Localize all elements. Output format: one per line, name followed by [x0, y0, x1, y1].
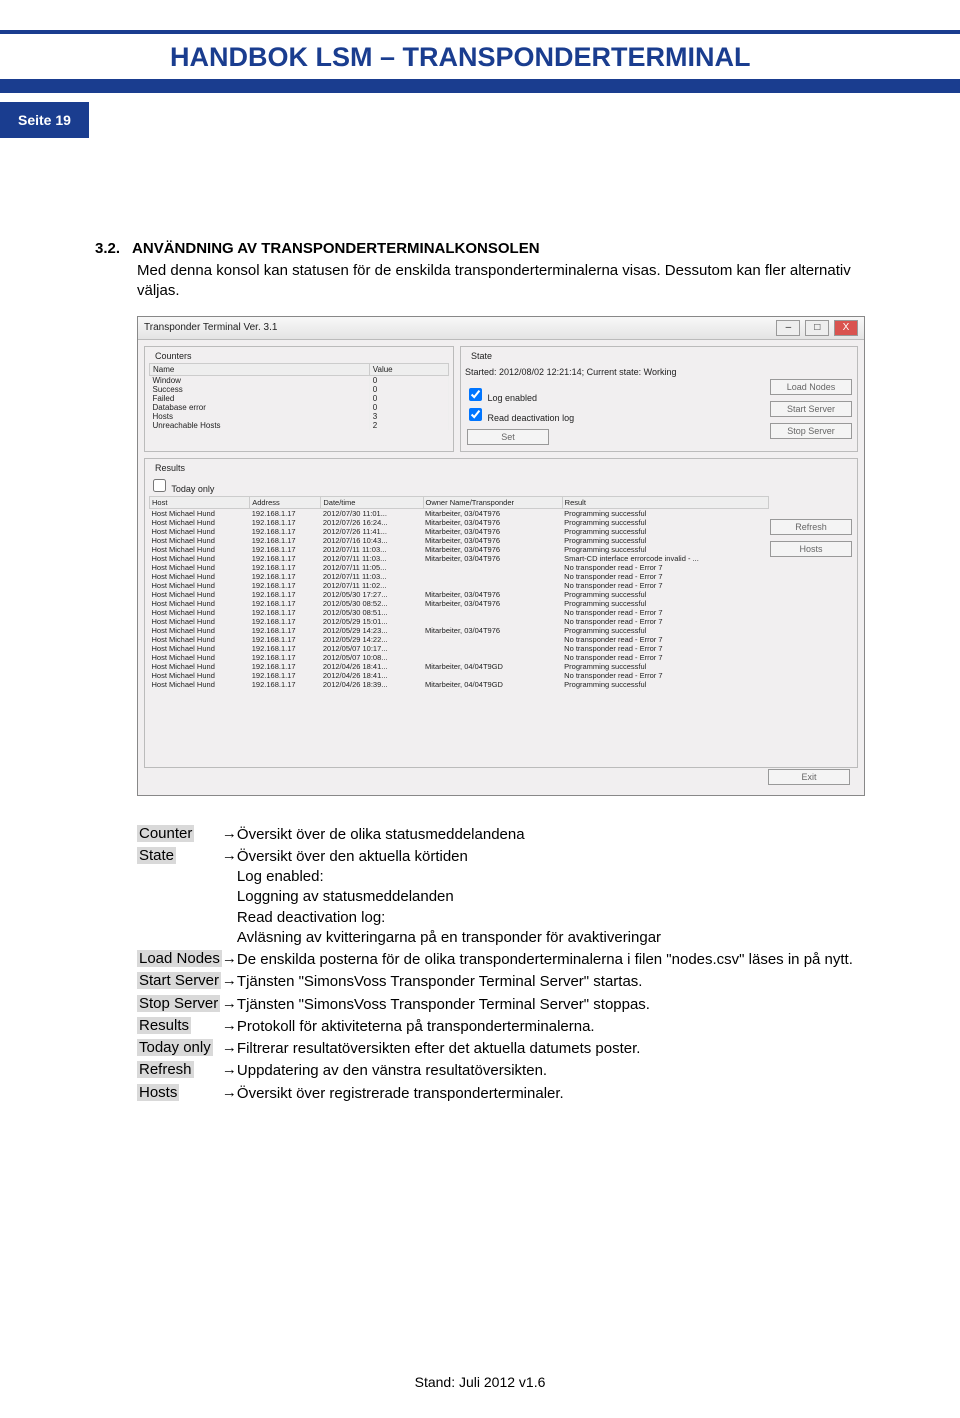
counters-table: NameValueWindow0Success0Failed0Database …	[149, 363, 449, 430]
start-server-button[interactable]: Start Server	[770, 401, 852, 417]
footer: Stand: Juli 2012 v1.6	[0, 1374, 960, 1390]
read-deact-label: Read deactivation log	[488, 413, 575, 423]
results-table: HostAddressDate/timeOwner Name/Transpond…	[149, 496, 769, 689]
def-label: State	[137, 847, 176, 864]
counters-label: Counters	[153, 351, 194, 361]
load-nodes-button[interactable]: Load Nodes	[770, 379, 852, 395]
log-enabled-label: Log enabled	[488, 393, 538, 403]
def-desc: Tjänsten "SimonsVoss Transponder Termina…	[237, 994, 853, 1016]
def-desc: Uppdatering av den vänstra resultatövers…	[237, 1060, 853, 1082]
close-icon[interactable]: X	[834, 320, 858, 336]
read-deact-checkbox[interactable]	[469, 408, 482, 421]
def-label: Load Nodes	[137, 950, 222, 967]
def-desc: Översikt över den aktuella körtidenLog e…	[237, 846, 853, 949]
app-screenshot: Transponder Terminal Ver. 3.1 – □ X Coun…	[137, 316, 865, 796]
state-label: State	[469, 351, 494, 361]
section-title: ANVÄNDNING AV TRANSPONDERTERMINALKONSOLE…	[132, 240, 865, 257]
today-only-checkbox[interactable]	[153, 479, 166, 492]
page-label: Seite 19	[0, 102, 89, 138]
def-label: Results	[137, 1017, 191, 1034]
definitions-table: Counter→Översikt över de olika statusmed…	[137, 824, 853, 1105]
def-desc: Tjänsten "SimonsVoss Transponder Termina…	[237, 971, 853, 993]
maximize-icon[interactable]: □	[805, 320, 829, 336]
state-text: Started: 2012/08/02 12:21:14; Current st…	[465, 367, 853, 377]
def-desc: De enskilda posterna för de olika transp…	[237, 949, 853, 971]
section-number: 3.2.	[95, 240, 120, 259]
refresh-button[interactable]: Refresh	[770, 519, 852, 535]
arrow-icon: →	[222, 949, 237, 971]
def-desc: Översikt över registrerade transponderte…	[237, 1083, 853, 1105]
window-title: Transponder Terminal Ver. 3.1	[144, 322, 277, 333]
section-text: Med denna konsol kan statusen för de ens…	[137, 261, 865, 302]
stop-server-button[interactable]: Stop Server	[770, 423, 852, 439]
arrow-icon: →	[222, 846, 237, 949]
today-only-label: Today only	[171, 484, 214, 494]
arrow-icon: →	[222, 1038, 237, 1060]
def-label: Start Server	[137, 972, 221, 989]
def-desc: Filtrerar resultatöversikten efter det a…	[237, 1038, 853, 1060]
window-controls[interactable]: – □ X	[774, 320, 858, 336]
set-button[interactable]: Set	[467, 429, 549, 445]
log-enabled-checkbox[interactable]	[469, 388, 482, 401]
doc-title: HANDBOK LSM – TRANSPONDERTERMINAL	[170, 42, 960, 73]
hosts-button[interactable]: Hosts	[770, 541, 852, 557]
arrow-icon: →	[222, 994, 237, 1016]
results-label: Results	[153, 463, 187, 473]
def-label: Today only	[137, 1039, 213, 1056]
def-label: Refresh	[137, 1061, 194, 1078]
arrow-icon: →	[222, 1016, 237, 1038]
def-label: Stop Server	[137, 995, 220, 1012]
def-desc: Protokoll för aktiviteterna på transpond…	[237, 1016, 853, 1038]
def-desc: Översikt över de olika statusmeddelanden…	[237, 824, 853, 846]
minimize-icon[interactable]: –	[776, 320, 800, 336]
arrow-icon: →	[222, 824, 237, 846]
def-label: Counter	[137, 825, 194, 842]
arrow-icon: →	[222, 971, 237, 993]
def-label: Hosts	[137, 1084, 179, 1101]
arrow-icon: →	[222, 1083, 237, 1105]
arrow-icon: →	[222, 1060, 237, 1082]
exit-button[interactable]: Exit	[768, 769, 850, 785]
